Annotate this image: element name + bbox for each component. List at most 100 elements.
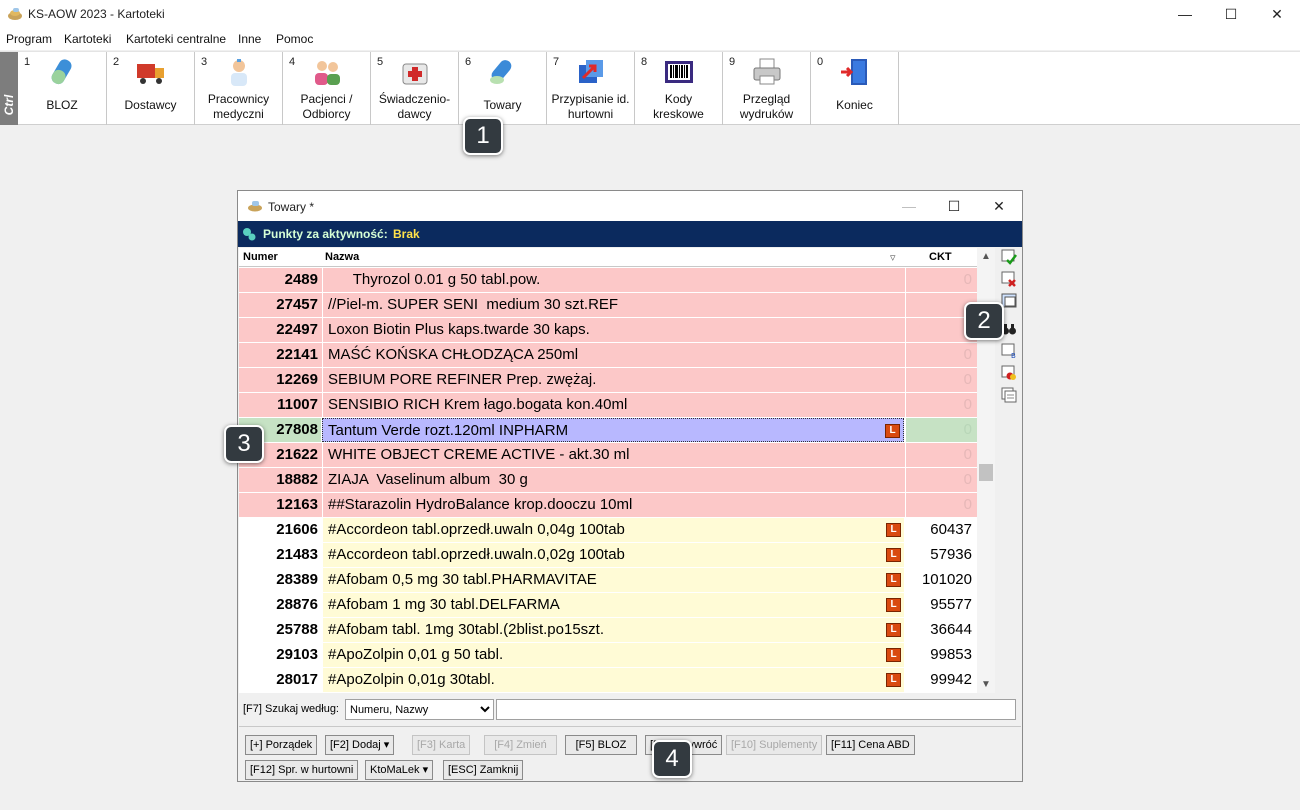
action-buttons-panel: [+] Porządek [F2] Dodaj ▾ [F3] Karta [F4… [239, 726, 1021, 780]
toolbar-przypisanie-button[interactable]: 7 Przypisanie id. hurtowni [547, 52, 635, 125]
products-grid: Numer Nazwa ▿ CKT 2489 Thyrozol 0.01 g 5… [239, 248, 995, 693]
row-ckt: 95577 [905, 593, 977, 617]
toolbar-label: Towary [483, 98, 522, 112]
towary-title-bar: Towary * — ☐ ✕ [238, 191, 1022, 221]
maximize-button[interactable]: ☐ [1208, 0, 1254, 28]
toolbar-bloz-button[interactable]: 1 BLOZ [18, 52, 107, 125]
row-ckt: 0 [905, 493, 977, 517]
toolbar-label: Świadczenio- dawcy [378, 92, 451, 121]
scroll-thumb[interactable] [979, 464, 993, 481]
row-name-text: //Piel-m. SUPER SENI medium 30 szt.REF [328, 296, 619, 313]
scroll-down-icon[interactable]: ▼ [977, 676, 995, 693]
table-row[interactable]: 29103 #ApoZolpin 0,01 g 50 tabl. L 99853 [239, 643, 977, 668]
list-l-badge-icon: L [886, 548, 901, 562]
toolbar-kody-button[interactable]: 8 Kody kreskowe [635, 52, 723, 125]
change-button[interactable]: [F4] Zmień [484, 735, 557, 755]
towary-close-button[interactable]: ✕ [976, 191, 1022, 221]
row-ckt: 0 [905, 268, 977, 292]
copy-list-icon[interactable] [1001, 387, 1017, 403]
row-ckt: 0 [905, 368, 977, 392]
ktomalek-button[interactable]: KtoMaLek ▾ [365, 760, 434, 780]
order-button[interactable]: [+] Porządek [245, 735, 318, 755]
add-button[interactable]: [F2] Dodaj ▾ [325, 735, 395, 755]
supplements-button[interactable]: [F10] Suplementy [726, 735, 823, 755]
table-row[interactable]: 28389 #Afobam 0,5 mg 30 tabl.PHARMAVITAE L… [239, 568, 977, 593]
table-row[interactable]: 11007 SENSIBIO RICH Krem łago.bogata kon.… [239, 393, 977, 418]
table-row[interactable]: 22497 Loxon Biotin Plus kaps.twarde 30 ka… [239, 318, 977, 343]
column-header-ckt[interactable]: CKT [929, 251, 952, 263]
search-input[interactable] [496, 699, 1016, 720]
towary-maximize-button[interactable]: ☐ [931, 191, 977, 221]
row-name-text: ##Starazolin HydroBalance krop.dooczu 10… [328, 496, 633, 513]
shortcut-number: 3 [201, 56, 208, 68]
row-name-text: #Accordeon tabl.oprzedł.uwaln 0,04g 100t… [328, 521, 625, 538]
column-header-numer[interactable]: Numer [243, 251, 278, 263]
sort-indicator-icon: ▿ [890, 252, 896, 264]
toolbar-przeglad-button[interactable]: 9 Przegląd wydruków [723, 52, 811, 125]
price-abd-button[interactable]: [F11] Cena ABD [826, 735, 915, 755]
shortcut-number: 1 [24, 56, 31, 68]
table-row[interactable]: 21622 WHITE OBJECT CREME ACTIVE - akt.30 … [239, 443, 977, 468]
list-l-badge-icon: L [886, 673, 901, 687]
table-row[interactable]: 18882 ZIAJA Vaselinum album 30 g 0 [239, 468, 977, 493]
row-ckt: 0 [905, 418, 977, 442]
callout-1: 1 [463, 117, 503, 155]
towary-window-icon [248, 201, 262, 212]
toolbar-towary-button[interactable]: 6 Towary [459, 52, 547, 125]
toolbar-label: Przypisanie id. hurtowni [551, 92, 630, 121]
toolbar-pracownicy-button[interactable]: 3 Pracownicy medyczni [195, 52, 283, 125]
callout-2: 2 [964, 302, 1004, 340]
pills-icon [489, 60, 511, 84]
table-row[interactable]: 28017 #ApoZolpin 0,01g 30tabl. L 99942 [239, 668, 977, 693]
shortcut-number: 0 [817, 56, 824, 68]
bloz-details-icon[interactable]: B [1001, 343, 1017, 359]
row-name: WHITE OBJECT CREME ACTIVE - akt.30 ml [322, 443, 904, 467]
ctrl-label: Ctrl [2, 94, 16, 116]
app-logo-icon [8, 8, 22, 20]
callout-3: 3 [224, 425, 264, 463]
search-field-select[interactable]: Numeru, Nazwy [345, 699, 494, 720]
table-row[interactable]: 27457 //Piel-m. SUPER SENI medium 30 szt.… [239, 293, 977, 318]
scroll-up-icon[interactable]: ▲ [977, 248, 995, 265]
wholesale-check-button[interactable]: [F12] Spr. w hurtowni [245, 760, 359, 780]
table-row[interactable]: 12163 ##Starazolin HydroBalance krop.dooc… [239, 493, 977, 518]
close-button[interactable]: ✕ [1254, 0, 1300, 28]
toolbar-dostawcy-button[interactable]: 2 Dostawcy [107, 52, 195, 125]
towary-minimize-button[interactable]: — [886, 191, 932, 221]
menu-inne[interactable]: Inne [238, 32, 261, 46]
menu-pomoc[interactable]: Pomoc [276, 32, 313, 46]
table-row[interactable]: 22141 MAŚĆ KOŃSKA CHŁODZĄCA 250ml 0 [239, 343, 977, 368]
toolbar-koniec-button[interactable]: 0 Koniec [811, 52, 899, 125]
delete-x-icon[interactable] [1001, 271, 1017, 287]
menu-bar: Program Kartoteki Kartoteki centralne In… [0, 28, 1300, 50]
table-row[interactable]: 28876 #Afobam 1 mg 30 tabl.DELFARMA L 95577 [239, 593, 977, 618]
minimize-button[interactable]: — [1162, 0, 1208, 28]
menu-program[interactable]: Program [6, 32, 52, 46]
toolbar-swiadczeniodawcy-button[interactable]: 5 Świadczenio- dawcy [371, 52, 459, 125]
row-ckt: 99942 [905, 668, 977, 692]
row-name-text: #Accordeon tabl.oprzedł.uwaln.0,02g 100t… [328, 546, 625, 563]
toolbar-pacjenci-button[interactable]: 4 Pacjenci / Odbiorcy [283, 52, 371, 125]
table-row[interactable]: 21606 #Accordeon tabl.oprzedł.uwaln 0,04g… [239, 518, 977, 543]
table-row[interactable]: 2489 Thyrozol 0.01 g 50 tabl.pow. 0 [239, 268, 977, 293]
shortcut-number: 8 [641, 56, 648, 68]
table-row[interactable]: 21483 #Accordeon tabl.oprzedł.uwaln.0,02g… [239, 543, 977, 568]
row-name-text: Loxon Biotin Plus kaps.twarde 30 kaps. [328, 321, 590, 338]
table-row[interactable]: 27808 Tantum Verde rozt.120ml INPHARM L 0 [239, 418, 977, 443]
row-number: 28389 [276, 571, 318, 588]
bloz-button[interactable]: [F5] BLOZ [565, 735, 637, 755]
table-row[interactable]: 12269 SEBIUM PORE REFINER Prep. zwężaj. 0 [239, 368, 977, 393]
callout-4: 4 [652, 740, 692, 778]
card-button[interactable]: [F3] Karta [412, 735, 471, 755]
row-name: MAŚĆ KOŃSKA CHŁODZĄCA 250ml [322, 343, 904, 367]
menu-kartoteki-centralne[interactable]: Kartoteki centralne [126, 32, 226, 46]
close-esc-button[interactable]: [ESC] Zamknij [443, 760, 524, 780]
column-header-nazwa[interactable]: Nazwa [325, 251, 359, 263]
menu-kartoteki[interactable]: Kartoteki [64, 32, 111, 46]
confirm-check-icon[interactable] [1001, 249, 1017, 265]
towary-window: Towary * — ☐ ✕ Punkty za aktywność: Brak… [237, 190, 1023, 782]
main-title-bar: KS-AOW 2023 - Kartoteki — ☐ ✕ [0, 0, 1300, 28]
colored-marker-icon[interactable] [1001, 365, 1017, 381]
table-row[interactable]: 25788 #Afobam tabl. 1mg 30tabl.(2blist.po… [239, 618, 977, 643]
row-number: 12269 [276, 371, 318, 388]
